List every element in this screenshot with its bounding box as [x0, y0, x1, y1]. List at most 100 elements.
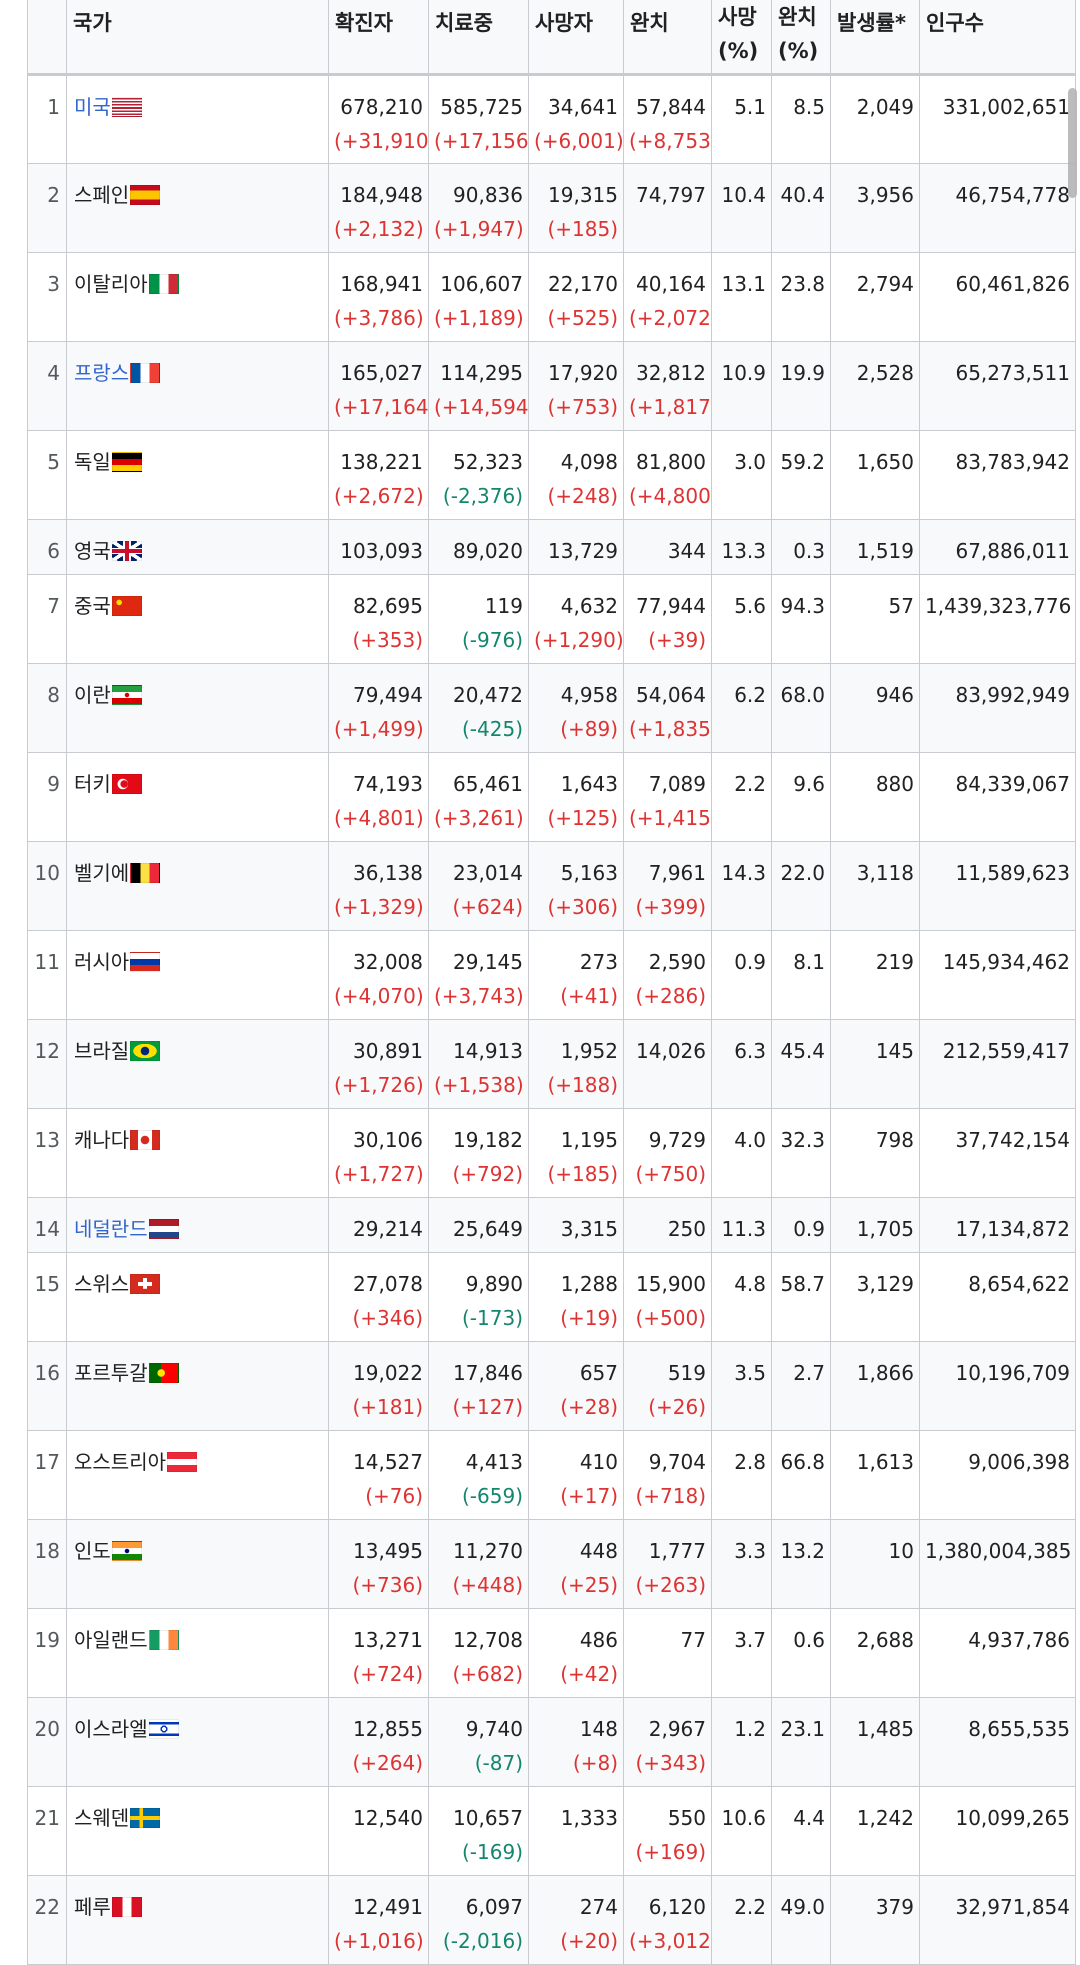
- header-deaths[interactable]: 사망자: [528, 0, 624, 76]
- header-recovery-rate-label: 완치: [778, 5, 817, 29]
- rank-cell: 13: [27, 1107, 67, 1198]
- rank-cell: 20: [27, 1696, 67, 1787]
- deaths-cell: 17,920 (+753): [528, 340, 624, 431]
- active-value: 89,020: [453, 538, 523, 563]
- death-rate-cell: 6.3: [711, 1018, 772, 1109]
- active-cell: 29,145 (+3,743): [428, 929, 529, 1020]
- deaths-cell: 1,952 (+188): [528, 1018, 624, 1109]
- recovered-cell: 2,590 (+286): [623, 929, 712, 1020]
- deaths-delta: (+248): [547, 483, 618, 508]
- recovered-delta: (+718): [635, 1483, 706, 1508]
- rank-cell: 22: [27, 1874, 67, 1965]
- confirmed-delta: (+17,164): [334, 394, 429, 419]
- flag-be-icon: [130, 862, 161, 883]
- header-death-rate[interactable]: 사망 (%): [711, 0, 772, 76]
- recovered-value: 77: [680, 1627, 706, 1652]
- recovery-rate-cell: 0.3: [771, 518, 831, 575]
- flag-ch-icon: [130, 1273, 161, 1294]
- incidence-cell: 1,519: [830, 518, 920, 575]
- deaths-delta: (+41): [560, 983, 618, 1008]
- recovery-rate-cell: 8.5: [771, 73, 831, 164]
- recovered-cell: 344: [623, 518, 712, 575]
- population-cell: 17,134,872: [919, 1196, 1076, 1253]
- header-population[interactable]: 인구수: [919, 0, 1076, 76]
- recovery-rate-cell: 22.0: [771, 840, 831, 931]
- confirmed-value: 36,138: [353, 860, 423, 885]
- deaths-value: 4,632: [560, 593, 618, 618]
- active-delta: (-173): [462, 1305, 523, 1330]
- scrollbar[interactable]: [1068, 88, 1077, 198]
- active-value: 585,725: [440, 94, 523, 119]
- header-recovered[interactable]: 완치: [623, 0, 712, 76]
- country-link[interactable]: 미국: [74, 95, 111, 119]
- active-value: 4,413: [465, 1449, 523, 1474]
- confirmed-cell: 678,210 (+31,910): [328, 73, 429, 164]
- confirmed-delta: (+724): [352, 1661, 423, 1686]
- deaths-cell: 34,641 (+6,001): [528, 73, 624, 164]
- death-rate-cell: 2.2: [711, 751, 772, 842]
- deaths-cell: 5,163 (+306): [528, 840, 624, 931]
- recovered-cell: 250: [623, 1196, 712, 1253]
- header-incidence[interactable]: 발생률*: [830, 0, 920, 76]
- recovery-rate-cell: 4.4: [771, 1785, 831, 1876]
- country-link[interactable]: 네덜란드: [74, 1217, 148, 1241]
- incidence-cell: 10: [830, 1518, 920, 1609]
- recovery-rate-cell: 2.7: [771, 1340, 831, 1431]
- rank-cell: 2: [27, 162, 67, 253]
- country-cell[interactable]: 네덜란드: [66, 1196, 329, 1253]
- deaths-delta: (+525): [547, 305, 618, 330]
- active-delta: (-659): [462, 1483, 523, 1508]
- deaths-cell: 4,098 (+248): [528, 429, 624, 520]
- header-country[interactable]: 국가: [66, 0, 329, 76]
- active-cell: 11,270 (+448): [428, 1518, 529, 1609]
- incidence-cell: 2,049: [830, 73, 920, 164]
- country-link[interactable]: 프랑스: [74, 361, 129, 385]
- active-value: 114,295: [440, 360, 523, 385]
- header-rank[interactable]: [27, 0, 67, 76]
- country-cell[interactable]: 미국: [66, 73, 329, 164]
- recovered-value: 57,844: [636, 94, 706, 119]
- rank-cell: 6: [27, 518, 67, 575]
- country-cell[interactable]: 프랑스: [66, 340, 329, 431]
- deaths-value: 3,315: [560, 1216, 618, 1241]
- recovery-rate-cell: 45.4: [771, 1018, 831, 1109]
- population-cell: 212,559,417: [919, 1018, 1076, 1109]
- confirmed-delta: (+736): [352, 1572, 423, 1597]
- header-active[interactable]: 치료중: [428, 0, 529, 76]
- deaths-cell: 1,643 (+125): [528, 751, 624, 842]
- confirmed-value: 13,271: [353, 1627, 423, 1652]
- table-row: 2 스페인 184,948 (+2,132) 90,836 (+1,947) 19,315 (…: [27, 162, 1076, 253]
- deaths-value: 410: [579, 1449, 618, 1474]
- table-row: 1 미국 678,210 (+31,910) 585,725 (+17,156) 34,64…: [27, 73, 1076, 164]
- flag-in-icon: [111, 1540, 142, 1561]
- active-delta: (+14,594): [434, 394, 529, 419]
- flag-ru-icon: [130, 951, 161, 972]
- recovered-value: 32,812: [636, 360, 706, 385]
- flag-br-icon: [130, 1040, 161, 1061]
- active-cell: 65,461 (+3,261): [428, 751, 529, 842]
- population-cell: 8,655,535: [919, 1696, 1076, 1787]
- active-delta: (+624): [452, 894, 523, 919]
- deaths-delta: (+125): [547, 805, 618, 830]
- population-cell: 4,937,786: [919, 1607, 1076, 1698]
- header-recovery-rate[interactable]: 완치 (%): [771, 0, 831, 76]
- active-cell: 4,413 (-659): [428, 1429, 529, 1520]
- recovery-rate-cell: 59.2: [771, 429, 831, 520]
- recovered-cell: 40,164 (+2,072): [623, 251, 712, 342]
- deaths-value: 148: [579, 1716, 618, 1741]
- recovered-value: 14,026: [636, 1038, 706, 1063]
- deaths-delta: (+25): [560, 1572, 618, 1597]
- confirmed-value: 12,491: [353, 1894, 423, 1919]
- death-rate-cell: 6.2: [711, 662, 772, 753]
- flag-pe-icon: [111, 1896, 142, 1917]
- flag-nl-icon: [148, 1218, 179, 1239]
- recovered-value: 7,089: [648, 771, 706, 796]
- rank-cell: 19: [27, 1607, 67, 1698]
- header-confirmed[interactable]: 확진자: [328, 0, 429, 76]
- active-delta: (+1,189): [434, 305, 524, 330]
- deaths-delta: (+188): [547, 1072, 618, 1097]
- confirmed-value: 79,494: [353, 682, 423, 707]
- recovery-rate-cell: 8.1: [771, 929, 831, 1020]
- confirmed-value: 138,221: [340, 449, 423, 474]
- recovered-delta: (+286): [635, 983, 706, 1008]
